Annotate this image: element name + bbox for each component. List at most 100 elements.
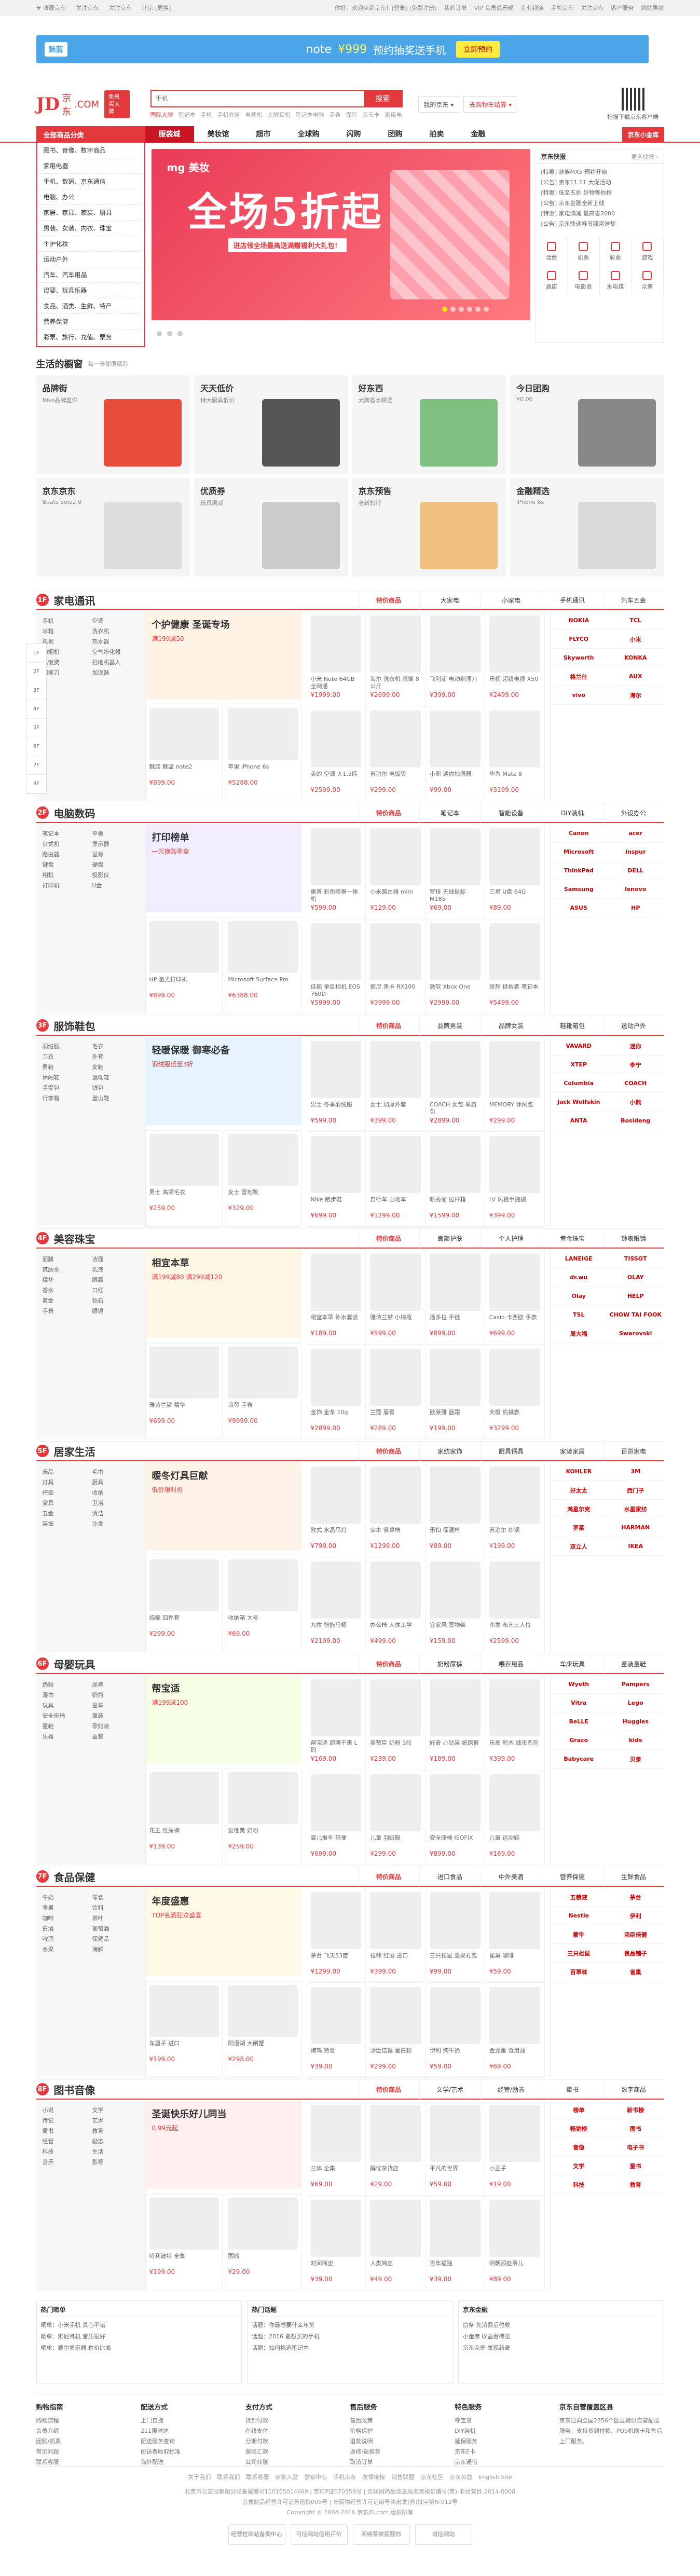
category-item[interactable]: 营养保健: [37, 314, 144, 330]
keyword-link[interactable]: 硬盘: [92, 860, 139, 869]
brand-logo[interactable]: Huggies: [607, 1712, 664, 1731]
product-card[interactable]: 小米路由器 mini ¥129.00: [366, 824, 426, 919]
brand-logo[interactable]: 西门子: [607, 1481, 664, 1500]
floor-tab[interactable]: 百货家电: [602, 1442, 664, 1461]
floor-jump[interactable]: 1F: [26, 644, 46, 663]
keyword-link[interactable]: 装饰: [43, 1519, 89, 1528]
floor-promo[interactable]: 相宜本草 满199减80 满299减120: [145, 1250, 301, 1338]
enterprise-link[interactable]: 企业频道: [521, 4, 544, 12]
product-card[interactable]: 九牧 智能马桶 ¥2199.00: [306, 1557, 366, 1652]
product-card[interactable]: 解忧杂货店 ¥29.00: [366, 2101, 426, 2196]
product-card[interactable]: 儿童 运动鞋 ¥169.00: [485, 1770, 545, 1865]
product-card[interactable]: 浪琴 手表 ¥9999.00: [224, 1343, 301, 1440]
floor-tab[interactable]: 品牌男装: [419, 1016, 481, 1036]
product-card[interactable]: 儿童 羽绒服 ¥299.00: [366, 1770, 426, 1865]
floor-tab[interactable]: 特价商品: [358, 2080, 419, 2100]
hotword-link[interactable]: 家用电器: [385, 111, 403, 119]
service-link[interactable]: 海外配送: [141, 2457, 245, 2468]
window-card[interactable]: 今日团购 ¥0.00: [510, 375, 664, 474]
brand-logo[interactable]: HELP: [607, 1287, 664, 1306]
category-item[interactable]: 彩票、旅行、充值、票务: [37, 330, 144, 345]
service-link[interactable]: 取消订单: [350, 2457, 455, 2468]
brand-logo[interactable]: ASUS: [550, 899, 607, 917]
window-card[interactable]: 好东西 大牌香水精选: [352, 375, 506, 474]
product-card[interactable]: 花王 纸尿裤 ¥139.00: [145, 1769, 223, 1865]
brand-logo[interactable]: 新书榜: [607, 2101, 664, 2119]
footer-link[interactable]: 销售联盟: [391, 2472, 414, 2483]
footer-link[interactable]: 关于我们: [188, 2472, 211, 2483]
keyword-link[interactable]: 相机: [43, 871, 89, 879]
product-card[interactable]: 微软 Xbox One ¥2999.00: [426, 919, 485, 1014]
service-link[interactable]: DIY装机: [455, 2426, 559, 2436]
product-card[interactable]: LV 风格手提袋 ¥399.00: [485, 1132, 545, 1227]
brand-logo[interactable]: HP: [607, 899, 664, 917]
brand-logo[interactable]: 伊利: [607, 1907, 664, 1925]
keyword-link[interactable]: 五金: [43, 1509, 89, 1517]
brand-logo[interactable]: kids: [607, 1731, 664, 1750]
brand-logo[interactable]: VAVARD: [550, 1037, 607, 1056]
product-card[interactable]: 平凡的世界 ¥59.00: [426, 2101, 485, 2196]
hotword-link[interactable]: 笔记本电脑: [296, 111, 324, 119]
floor-tab[interactable]: 特价商品: [358, 1229, 419, 1249]
floor-tab[interactable]: 奶粉尿裤: [419, 1654, 481, 1674]
product-card[interactable]: 女士 加厚外套 ¥399.00: [366, 1037, 426, 1132]
service-link[interactable]: 上门自提: [141, 2416, 245, 2426]
keyword-link[interactable]: 文学: [92, 2106, 139, 2114]
keyword-link[interactable]: 笔记本: [43, 829, 89, 838]
brand-logo[interactable]: 百草味: [550, 1963, 607, 1981]
my-orders-link[interactable]: 我的订单: [444, 4, 467, 12]
footer-link[interactable]: English Site: [478, 2472, 512, 2483]
product-card[interactable]: 乐视 超级电视 X50 ¥2499.00: [485, 611, 545, 706]
brand-logo[interactable]: Columbia: [550, 1074, 607, 1093]
keyword-link[interactable]: 小说: [43, 2106, 89, 2114]
product-card[interactable]: 美的 空调 大1.5匹 ¥2599.00: [306, 706, 366, 801]
brand-logo[interactable]: Bosideng: [607, 1112, 664, 1130]
window-card[interactable]: 京东京东 Beats Solo2.0: [36, 478, 190, 577]
category-item[interactable]: 母婴、玩具乐器: [37, 283, 144, 298]
keyword-link[interactable]: 饮料: [92, 1903, 139, 1912]
service-item[interactable]: 电影票: [568, 266, 600, 295]
floor-tab[interactable]: 特价商品: [358, 803, 419, 823]
brand-logo[interactable]: Microsoft: [550, 843, 607, 861]
keyword-link[interactable]: 眼镜: [92, 1307, 139, 1315]
product-card[interactable]: 乐高 积木 城市系列 ¥399.00: [485, 1675, 545, 1770]
floor-tab[interactable]: 钟表眼镜: [602, 1229, 664, 1249]
product-card[interactable]: 百年孤独 ¥39.00: [426, 2196, 485, 2291]
bottom-module-item[interactable]: 话题：如何挑选笔记本: [252, 2342, 448, 2354]
floor-jump[interactable]: 3F: [26, 681, 46, 700]
service-link[interactable]: 211限时达: [141, 2426, 245, 2436]
keyword-link[interactable]: 奶粉: [43, 1680, 89, 1689]
footer-link[interactable]: 联系客服: [246, 2472, 269, 2483]
brand-logo[interactable]: 格兰仕: [550, 667, 607, 686]
service-item[interactable]: 彩票: [599, 237, 632, 266]
product-card[interactable]: 三只松鼠 坚果礼包 ¥99.00: [426, 1888, 485, 1983]
floor-tab[interactable]: 特价商品: [358, 1654, 419, 1674]
nav-item[interactable]: 拍卖: [416, 126, 458, 143]
bottom-module-item[interactable]: 小金库 收益看得见: [463, 2331, 660, 2342]
brand-logo[interactable]: vivo: [550, 686, 607, 705]
floor-tab[interactable]: DIY装机: [541, 803, 603, 823]
bottom-module-item[interactable]: 白条 先消费后付款: [463, 2320, 660, 2331]
keyword-link[interactable]: 扫地机器人: [92, 658, 139, 666]
product-card[interactable]: 佳能 单反相机 EOS 760D ¥5999.00: [306, 919, 366, 1014]
brand-logo[interactable]: Graco: [550, 1731, 607, 1750]
keyword-link[interactable]: 手提包: [43, 1084, 89, 1092]
keyword-link[interactable]: 清洁: [92, 1509, 139, 1517]
floor-promo[interactable]: 轻暖保暖 御寒必备 羽绒服低至3折: [145, 1037, 301, 1125]
service-link[interactable]: 京东已向全国2356个区县提供自营配送服务，支持货到付款、POS机刷卡和售后上门…: [559, 2416, 664, 2447]
brand-logo[interactable]: TCL: [607, 611, 664, 630]
brand-logo[interactable]: NOKIA: [550, 611, 607, 630]
keyword-link[interactable]: 外套: [92, 1052, 139, 1061]
brand-logo[interactable]: 教育: [607, 2175, 664, 2194]
brand-logo[interactable]: 小熊: [607, 1093, 664, 1112]
keyword-link[interactable]: 空调: [92, 616, 139, 625]
keyword-link[interactable]: 路由器: [43, 850, 89, 858]
floor-tab[interactable]: 车床玩具: [541, 1654, 603, 1674]
window-card[interactable]: 京东预售 全新旅行: [352, 478, 506, 577]
floor-tab[interactable]: 大家电: [419, 591, 481, 610]
keyword-link[interactable]: 湿巾: [43, 1691, 89, 1699]
floor-jump[interactable]: 6F: [26, 737, 46, 756]
product-card[interactable]: 烤鸡 熟食 ¥39.00: [306, 1983, 366, 2078]
footer-link[interactable]: 友情链接: [362, 2472, 385, 2483]
product-card[interactable]: Nike 跑步鞋 ¥699.00: [306, 1132, 366, 1227]
